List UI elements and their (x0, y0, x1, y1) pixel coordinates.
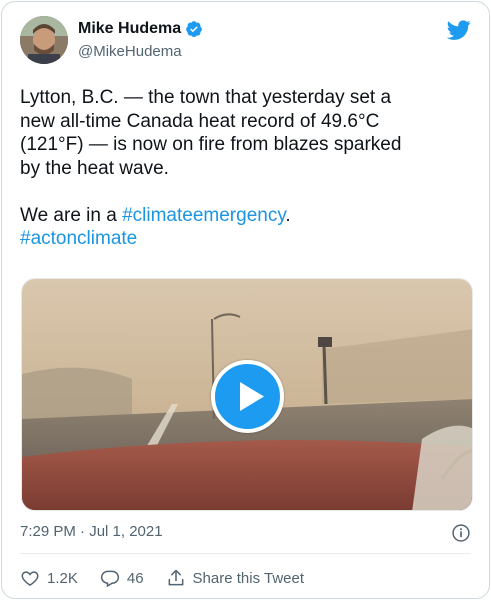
reply-button[interactable]: 46 (100, 568, 144, 588)
tweet-text-line: new all-time Canada heat record of 49.6°… (20, 110, 380, 132)
tweet-text: Lytton, B.C. — the town that yesterday s… (20, 86, 475, 251)
author-names: Mike Hudema @MikeHudema (78, 18, 203, 60)
hashtag-link[interactable]: #actonclimate (20, 228, 137, 249)
tweet-text-segment: We are in a (20, 204, 123, 226)
play-button[interactable] (211, 360, 284, 433)
tweet-text-line: Lytton, B.C. — the town that yesterday s… (20, 87, 392, 108)
info-icon[interactable] (451, 523, 471, 543)
like-button[interactable]: 1.2K (20, 568, 78, 588)
divider (20, 553, 471, 554)
like-count: 1.2K (47, 569, 78, 587)
reply-bubble-icon (100, 570, 119, 588)
tweet-text-segment: . (285, 204, 291, 226)
tweet-text-line: (121°F) — is now on fire from blazes spa… (20, 134, 402, 155)
tweet-header: Mike Hudema @MikeHudema (20, 16, 473, 68)
play-icon (240, 382, 264, 411)
timestamp-row: 7:29 PM · Jul 1, 2021 (20, 523, 471, 545)
share-icon (168, 569, 183, 586)
tweet-card: Mike Hudema @MikeHudema Lytton, B.C. — t… (1, 1, 490, 599)
avatar[interactable] (20, 16, 68, 64)
author-handle[interactable]: @MikeHudema (78, 43, 203, 60)
author-display-name[interactable]: Mike Hudema (78, 20, 181, 38)
action-bar: 1.2K 46 Share this Tweet (20, 564, 326, 592)
share-button[interactable]: Share this Tweet (166, 568, 304, 588)
verified-badge-icon (185, 20, 203, 38)
share-label: Share this Tweet (192, 569, 304, 587)
twitter-bird-icon[interactable] (445, 18, 473, 42)
video-thumbnail[interactable] (21, 278, 473, 511)
heart-icon (21, 571, 39, 586)
tweet-text-line: by the heat wave. (20, 157, 169, 179)
hashtag-link[interactable]: #climateemergency (122, 205, 285, 226)
reply-count: 46 (126, 569, 144, 587)
tweet-timestamp[interactable]: 7:29 PM · Jul 1, 2021 (20, 523, 163, 540)
